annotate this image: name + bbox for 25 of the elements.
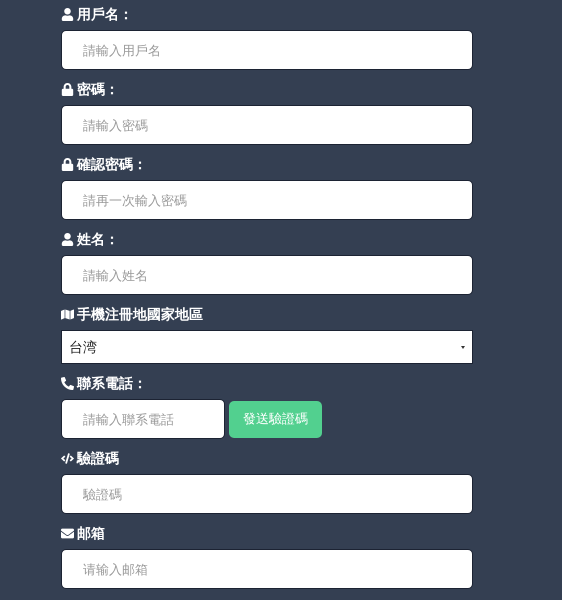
input-field[interactable]: 请输入邮箱 (61, 549, 473, 589)
field-label: 姓名： (77, 230, 119, 248)
country-select[interactable]: 台湾 (61, 330, 473, 364)
field-label: 驗證碼 (77, 448, 119, 468)
lock-icon (61, 82, 74, 96)
user-icon (61, 232, 74, 246)
lock-icon (61, 158, 74, 170)
field-label: 聯系電話： (77, 374, 147, 392)
code-icon (61, 452, 74, 464)
envelope-icon (61, 526, 74, 540)
map-icon (61, 308, 74, 320)
field-label: 邮箱 (77, 524, 105, 542)
input-field[interactable]: 請再一次輸入密碼 (61, 180, 473, 220)
input-field[interactable]: 請輸入密碼 (61, 105, 473, 145)
user-icon (61, 8, 74, 20)
input-field[interactable]: 請輸入姓名 (61, 255, 473, 295)
input-field[interactable]: 請輸入用戶名 (61, 30, 473, 70)
input-field[interactable]: 驗證碼 (61, 474, 473, 514)
phone-icon (61, 376, 74, 390)
caret-icon (461, 346, 465, 348)
field-label: 密碼： (77, 80, 119, 98)
field-label: 用戶名： (77, 4, 133, 24)
field-label: 確認密碼： (77, 154, 147, 174)
field-label: 手機注冊地國家地區 (77, 304, 203, 324)
input-field[interactable]: 請輸入聯系電話 (61, 399, 225, 439)
